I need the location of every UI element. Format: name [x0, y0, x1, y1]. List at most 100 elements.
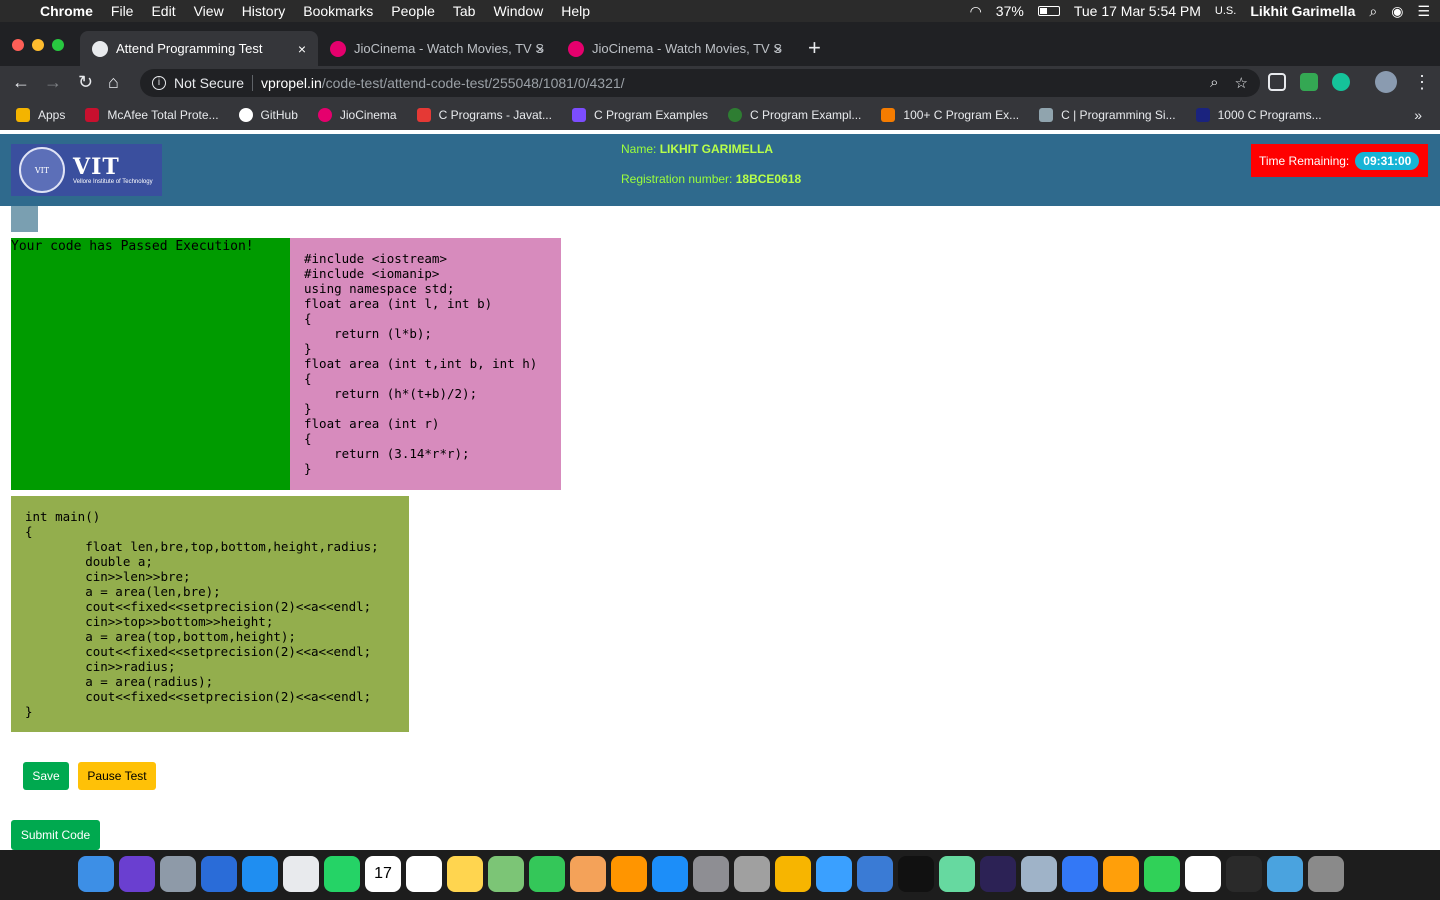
notification-center-icon[interactable]: ☰ [1417, 3, 1430, 20]
maps-icon[interactable] [488, 856, 524, 892]
bookmark-label: 100+ C Program Ex... [903, 108, 1020, 122]
menu-history[interactable]: History [242, 3, 286, 19]
bookmark-c-programming-simple-steps[interactable]: C | Programming Si... [1039, 108, 1176, 122]
menu-view[interactable]: View [194, 3, 224, 19]
menu-kebab-icon[interactable]: ⋮ [1413, 72, 1431, 93]
security-label[interactable]: Not Secure [174, 75, 244, 91]
sketch-icon[interactable] [775, 856, 811, 892]
pages-icon[interactable] [1103, 856, 1139, 892]
system-preferences-icon[interactable] [693, 856, 729, 892]
bookmark-javatpoint[interactable]: C Programs - Javat... [416, 108, 552, 122]
bookmark-github[interactable]: GitHub [238, 108, 298, 122]
close-tab-icon[interactable]: × [774, 41, 782, 57]
menubar-clock[interactable]: Tue 17 Mar 5:54 PM [1074, 3, 1201, 19]
tab-title: JioCinema - Watch Movies, TV S [354, 41, 544, 56]
menu-window[interactable]: Window [493, 3, 543, 19]
jiocinema-icon [568, 40, 584, 57]
script-editor-icon[interactable] [734, 856, 770, 892]
close-tab-icon[interactable]: × [536, 41, 544, 57]
bookmark-c-program-examples[interactable]: C Program Examples [571, 108, 708, 122]
siri-icon[interactable] [119, 856, 155, 892]
forward-arrow-icon[interactable]: → [44, 72, 62, 93]
zoom-window-button[interactable] [52, 39, 64, 51]
atom-icon[interactable] [939, 856, 975, 892]
numbers-icon[interactable] [1144, 856, 1180, 892]
submit-code-button[interactable]: Submit Code [11, 820, 100, 850]
photos-icon[interactable] [570, 856, 606, 892]
menu-help[interactable]: Help [561, 3, 590, 19]
preview-icon[interactable] [1021, 856, 1057, 892]
tab-jiocinema-2[interactable]: JioCinema - Watch Movies, TV S × [556, 31, 794, 66]
pause-test-button[interactable]: Pause Test [78, 762, 156, 790]
address-bar[interactable]: i Not Secure vpropel.in/code-test/attend… [140, 69, 1260, 97]
status-block [11, 206, 38, 232]
grammarly-icon[interactable] [1332, 73, 1350, 91]
reload-icon[interactable]: ↻ [78, 72, 93, 93]
bookmark-mcafee[interactable]: McAfee Total Prote... [85, 108, 219, 122]
save-button[interactable]: Save [23, 762, 69, 790]
new-tab-button[interactable]: + [808, 35, 821, 61]
notes-icon[interactable] [447, 856, 483, 892]
bookmark-label: 1000 C Programs... [1217, 108, 1322, 122]
facetime-icon[interactable] [529, 856, 565, 892]
app-store-icon[interactable] [652, 856, 688, 892]
bookmark-apps[interactable]: Apps [16, 108, 65, 122]
bookmark-c-program-examples-2[interactable]: C Program Exampl... [728, 108, 861, 122]
keynote-icon[interactable] [1062, 856, 1098, 892]
xcode-icon[interactable] [816, 856, 852, 892]
tab-title: JioCinema - Watch Movies, TV S [592, 41, 782, 56]
whatsapp-icon[interactable] [324, 856, 360, 892]
bookmark-jiocinema[interactable]: JioCinema [317, 108, 397, 122]
extension-icon[interactable] [1268, 73, 1286, 91]
close-window-button[interactable] [12, 39, 24, 51]
menu-app-chrome[interactable]: Chrome [40, 3, 93, 19]
trash-icon[interactable] [1308, 856, 1344, 892]
more-bookmarks-icon[interactable]: » [1414, 107, 1422, 123]
home-icon[interactable]: ⌂ [108, 72, 119, 93]
battery-icon[interactable] [1037, 6, 1060, 16]
chrome-icon[interactable] [283, 856, 319, 892]
close-tab-icon[interactable]: × [298, 41, 306, 57]
menu-people[interactable]: People [391, 3, 435, 19]
calendar-icon[interactable]: 17 [365, 856, 401, 892]
bookmark-1000-c-programs[interactable]: 1000 C Programs... [1195, 108, 1322, 122]
menu-bookmarks[interactable]: Bookmarks [303, 3, 373, 19]
books-icon[interactable] [611, 856, 647, 892]
wifi-icon[interactable]: ◠ [970, 3, 982, 20]
w3resource-icon [881, 108, 896, 122]
profile-avatar[interactable] [1375, 71, 1397, 93]
macos-dock: 17 [0, 850, 1440, 900]
eclipse-icon[interactable] [980, 856, 1016, 892]
extension-icon[interactable] [1300, 73, 1318, 91]
bookmark-star-icon[interactable]: ☆ [1235, 74, 1248, 92]
bookmark-100-c-programs[interactable]: 100+ C Program Ex... [881, 108, 1019, 122]
simulator-icon[interactable] [857, 856, 893, 892]
back-arrow-icon[interactable]: ← [12, 72, 30, 93]
spotlight-search-icon[interactable]: ⌕ [1369, 3, 1377, 20]
launchpad-icon[interactable] [160, 856, 196, 892]
menu-tab[interactable]: Tab [453, 3, 476, 19]
terminal-icon[interactable] [898, 856, 934, 892]
tab-attend-programming-test[interactable]: Attend Programming Test × [80, 31, 318, 66]
textedit-icon[interactable] [1185, 856, 1221, 892]
code-prefix-block: #include <iostream> #include <iomanip> u… [290, 238, 561, 490]
reminders-icon[interactable] [406, 856, 442, 892]
student-info: Name: LIKHIT GARIMELLA Registration numb… [621, 142, 801, 202]
menu-file[interactable]: File [111, 3, 134, 19]
name-label: Name: [621, 142, 657, 156]
programiz-icon [571, 108, 586, 122]
minimize-window-button[interactable] [32, 39, 44, 51]
siri-icon[interactable]: ◉ [1391, 3, 1403, 20]
bluetooth-icon[interactable] [201, 856, 237, 892]
menu-edit[interactable]: Edit [151, 3, 175, 19]
info-icon[interactable]: i [152, 76, 166, 90]
zoom-icon[interactable]: ⌕ [1210, 74, 1218, 92]
input-source[interactable]: U.S. [1215, 5, 1236, 17]
tab-jiocinema-1[interactable]: JioCinema - Watch Movies, TV S × [318, 31, 556, 66]
safari-icon[interactable] [242, 856, 278, 892]
activity-monitor-icon[interactable] [1226, 856, 1262, 892]
code-main-block[interactable]: int main() { float len,bre,top,bottom,he… [11, 496, 409, 732]
finder-icon[interactable] [78, 856, 114, 892]
downloads-icon[interactable] [1267, 856, 1303, 892]
menubar-user[interactable]: Likhit Garimella [1250, 3, 1355, 19]
